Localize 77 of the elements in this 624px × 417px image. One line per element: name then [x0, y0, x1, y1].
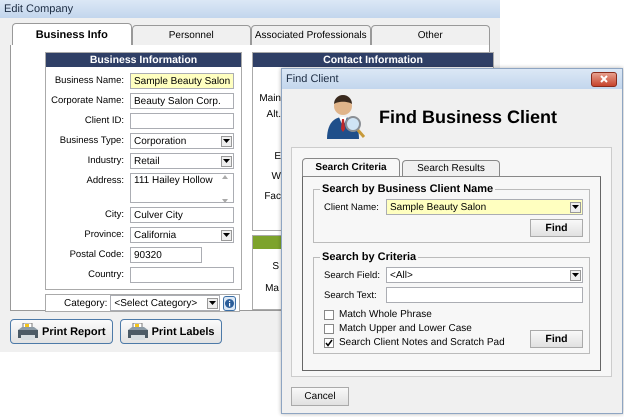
print-button[interactable]: Print Labels: [120, 319, 222, 344]
close-icon[interactable]: [600, 75, 608, 83]
window-title: Edit Company: [4, 3, 74, 15]
field-label: E: [274, 151, 281, 164]
field-label: Business Name:: [54, 74, 124, 86]
window-title: Find Client: [286, 73, 339, 85]
field-label: Corporate Name:: [50, 94, 124, 106]
field-label: S: [272, 261, 279, 274]
field-label: Industry:: [86, 154, 124, 166]
checkbox[interactable]: [324, 338, 334, 348]
checkbox[interactable]: [324, 324, 334, 334]
dialog-heading: Find Business Client: [378, 106, 558, 128]
field-label: Postal Code:: [68, 248, 124, 260]
panel-header: Business Information: [46, 53, 241, 67]
person-with-magnifier-icon: [326, 95, 367, 139]
field-label: Client ID:: [84, 114, 124, 126]
address-field[interactable]: 111 Hailey Hollow: [130, 173, 234, 203]
field-value: Corporation: [134, 136, 186, 146]
field-label: Category:: [64, 298, 108, 308]
field-label: Province:: [83, 228, 124, 240]
input-field[interactable]: Culver City: [130, 207, 234, 223]
field-label: W: [272, 171, 281, 184]
checkbox[interactable]: [324, 310, 334, 320]
dropdown-field[interactable]: Corporation: [130, 133, 234, 149]
input-field[interactable]: [386, 287, 583, 303]
input-field[interactable]: Beauty Salon Corp.: [130, 93, 234, 109]
find-button[interactable]: Find: [530, 330, 583, 348]
field-label: Main: [259, 93, 281, 106]
dropdown-field[interactable]: California: [130, 227, 234, 243]
field-value: 90320: [134, 250, 162, 260]
field-value: Beauty Salon Corp.: [134, 96, 221, 106]
printer-icon: [126, 322, 149, 340]
dropdown-field[interactable]: <Select Category>: [110, 295, 220, 311]
tab[interactable]: Search Criteria: [302, 158, 400, 176]
field-value: 111 Hailey Hollow: [134, 175, 213, 186]
dropdown-field[interactable]: <All>: [386, 267, 583, 283]
tab[interactable]: Business Info: [12, 23, 132, 45]
tab[interactable]: Other: [370, 25, 490, 45]
field-value: Sample Beauty Salon: [390, 202, 486, 212]
group-title: Search by Business Client Name: [320, 183, 496, 195]
field-label: City:: [104, 208, 124, 220]
dropdown-field[interactable]: Retail: [130, 153, 234, 169]
checkbox-label: Match Whole Phrase: [339, 309, 432, 320]
cancel-button[interactable]: Cancel: [291, 387, 349, 406]
tab[interactable]: Search Results: [402, 160, 500, 176]
input-field[interactable]: Sample Beauty Salon: [130, 73, 234, 89]
find-button[interactable]: Find: [530, 219, 583, 237]
print-button[interactable]: Print Report: [10, 319, 113, 344]
input-field[interactable]: [130, 267, 234, 283]
checkbox-label: Match Upper and Lower Case: [339, 323, 472, 334]
scrollbar-icon: [220, 175, 230, 203]
field-label: Client Name:: [324, 202, 380, 212]
field-value: California: [134, 230, 176, 240]
info-button[interactable]: [222, 296, 236, 310]
field-value: <Select Category>: [114, 298, 198, 308]
field-label: Alt.: [266, 109, 281, 122]
checkbox-label: Search Client Notes and Scratch Pad: [339, 337, 505, 348]
field-value: Culver City: [134, 210, 183, 220]
tab[interactable]: Associated Professionals: [251, 25, 370, 45]
field-label: Search Field:: [324, 270, 381, 280]
field-label: Fac: [264, 191, 281, 204]
field-label: Address:: [86, 174, 124, 186]
field-value: Sample Beauty Salon: [134, 76, 230, 86]
input-field[interactable]: 90320: [130, 247, 202, 263]
field-label: Country:: [87, 268, 124, 280]
input-field[interactable]: [130, 113, 234, 129]
field-value: <All>: [390, 270, 413, 280]
panel-header: Contact Information: [253, 53, 493, 67]
tab[interactable]: Personnel: [132, 25, 251, 45]
field-label: Ma: [265, 283, 279, 296]
close-button[interactable]: [591, 72, 617, 86]
field-label: Search Text:: [324, 290, 378, 300]
dropdown-field[interactable]: Sample Beauty Salon: [386, 199, 583, 215]
group-title: Search by Criteria: [320, 251, 418, 263]
field-value: Retail: [134, 156, 160, 166]
printer-icon: [17, 322, 39, 340]
field-label: Business Type:: [58, 134, 124, 146]
